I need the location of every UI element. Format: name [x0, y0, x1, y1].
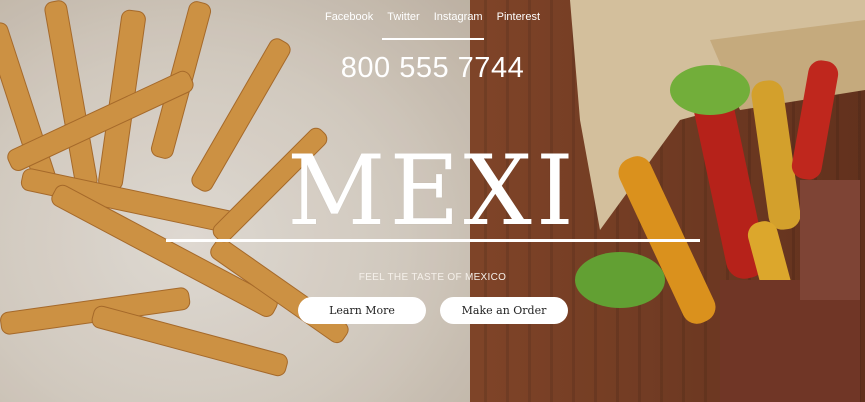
social-links: Facebook Twitter Instagram Pinterest: [0, 11, 865, 23]
instagram-link[interactable]: Instagram: [434, 11, 483, 23]
hero-section: Facebook Twitter Instagram Pinterest 800…: [0, 0, 865, 402]
pinterest-link[interactable]: Pinterest: [497, 11, 540, 23]
header-divider: [382, 38, 484, 40]
learn-more-button[interactable]: Learn More: [298, 297, 426, 324]
tagline: FEEL THE TASTE OF MEXICO: [358, 272, 507, 283]
phone-number[interactable]: 800 555 7744: [0, 52, 865, 85]
logo-underline: [166, 239, 700, 242]
twitter-link[interactable]: Twitter: [387, 11, 419, 23]
brand-logo: MEXI: [287, 135, 578, 247]
facebook-link[interactable]: Facebook: [325, 11, 373, 23]
make-order-button[interactable]: Make an Order: [440, 297, 568, 324]
